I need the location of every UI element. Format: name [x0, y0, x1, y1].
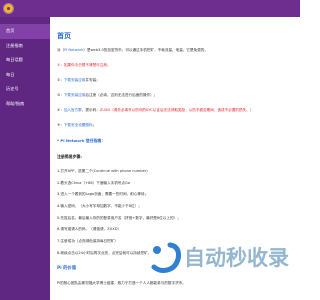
step-item: 5.先姓后名，最后输入你的的登录用户名（拼音+数字，最好是8位以上的）； [57, 215, 181, 220]
task-number: ②： [57, 78, 64, 82]
task-text: ，提示码： [81, 108, 100, 112]
task-item-2: ②：下载安装应用并安装； [57, 73, 295, 88]
top-bar [0, 0, 300, 17]
page-title: 首页 [57, 32, 71, 40]
sidebar-item-daily-topic[interactable]: 每日话题 [0, 53, 50, 68]
task-text: 后注册（必填，否则无法进行后面的操作）； [85, 93, 158, 97]
steps-heading: 注册简易步骤: [57, 154, 82, 159]
download-app-link[interactable]: 下载安装应用 [64, 78, 86, 82]
auto-index-logo-icon [151, 242, 181, 273]
task-number: ③： [57, 93, 64, 97]
step-item: 1.打开APP，选第二个(Continue with phone number) [57, 169, 148, 173]
task-item-3: ③：下载安装应用后注册（必填，否则无法进行后面的操作）； [57, 88, 295, 103]
page: 首页 注册指南 每日话题 每日 历史号 帮助/指南 首页 派（Pi Networ… [0, 0, 300, 300]
sidebar-item-home[interactable]: 首页 [0, 24, 50, 39]
pi-network-link[interactable]: Pi Network [64, 48, 83, 52]
task-number: ⑤： [57, 123, 64, 127]
sidebar-item-daily[interactable]: 每日 [0, 68, 50, 83]
sidebar-item-history[interactable]: 历史号 [0, 82, 50, 97]
logo-core [7, 7, 10, 10]
watermark-text: 自动秒收录 [184, 246, 289, 270]
task-text: ； [92, 123, 97, 127]
step-item: 6.请写邀请人的码，（请邀请，ZUXD） [57, 227, 122, 232]
intro-paragraph: 派（Pi Network）是web3.0的加密货币，可以通过手机挖矿，不耗流量、… [57, 43, 295, 58]
logo-dot [153, 246, 161, 254]
trust-guide-heading[interactable]: * Pi Network 信任指南： [57, 133, 295, 148]
security-settings-link[interactable]: 下载安全设置图标 [64, 123, 93, 127]
task-item-5: ⑤：下载安全设置图标； [57, 118, 295, 133]
step-item: 2.着头选China（+86）下面输入手机号点Go [57, 180, 130, 185]
download-app-register-link[interactable]: 下载安装应用 [64, 93, 86, 97]
join-group-link[interactable]: 加入官方群 [64, 108, 82, 112]
value-text: Pi的核心团队由斯坦福大学博士组建，致力于打造一个人人都能参与的数字货币。 [57, 280, 186, 285]
sidebar-item-register-guide[interactable]: 注册指南 [0, 39, 50, 54]
invite-code-warning: ZUXD（请务必填写以防你的KYC认证后无法领取奖励，以防不稳定期间，造成不必要… [99, 108, 254, 112]
step-item: 3.进入一个看到的Logo页面，需要一些时间，耐心等待； [57, 192, 149, 197]
step-item: 4.输入密码，（大小写字母加数字，不能少于8位）； [57, 204, 142, 209]
task-text: 并安装； [85, 78, 100, 82]
pi-logo-icon[interactable] [4, 4, 13, 13]
notice-text: ①：如果你今日想不清楚可注册。 [57, 63, 111, 67]
intro-suffix: ）是web3.0的加密货币，可以通过手机挖矿，不耗流量、电量。它是免费的。 [83, 48, 208, 52]
sidebar: 首页 注册指南 每日话题 每日 历史号 帮助/指南 [0, 17, 50, 300]
task-item-4: ④：加入官方群，提示码：ZUXD（请务必填写以防你的KYC认证后无法领取奖励，以… [57, 103, 295, 118]
task-number: ④： [57, 108, 64, 112]
sidebar-item-help[interactable]: 帮助/指南 [0, 97, 50, 112]
